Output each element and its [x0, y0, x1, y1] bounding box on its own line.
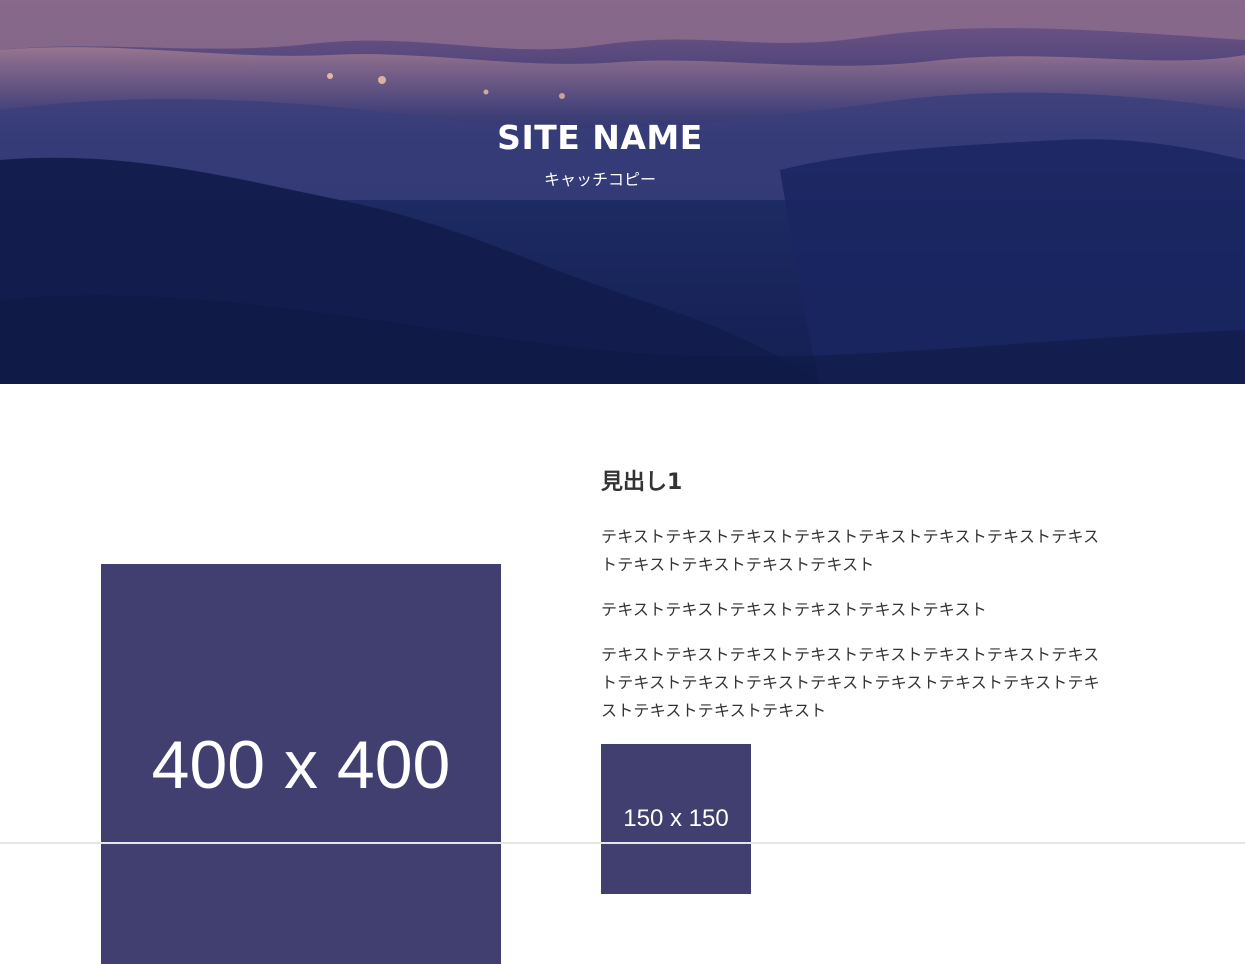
section-heading: 見出し1: [601, 470, 683, 495]
hero-header: SITE NAME キャッチコピー: [0, 0, 1245, 384]
paragraph-3: テキストテキストテキストテキストテキストテキストテキストテキストテキストテキスト…: [601, 645, 1100, 720]
placeholder-image-small: 150 x 150: [601, 744, 751, 894]
paragraph-2: テキストテキストテキストテキストテキストテキスト: [601, 600, 987, 619]
placeholder-image-large-label: 400 x 400: [151, 727, 451, 803]
placeholder-image-small-label: 150 x 150: [623, 805, 729, 832]
site-name: SITE NAME: [497, 118, 703, 157]
mountain-background-image: [0, 0, 1245, 384]
paragraph-1: テキストテキストテキストテキストテキストテキストテキストテキストテキストテキスト…: [601, 527, 1100, 574]
catch-copy: キャッチコピー: [543, 170, 656, 189]
placeholder-image-large: 400 x 400: [101, 564, 501, 964]
